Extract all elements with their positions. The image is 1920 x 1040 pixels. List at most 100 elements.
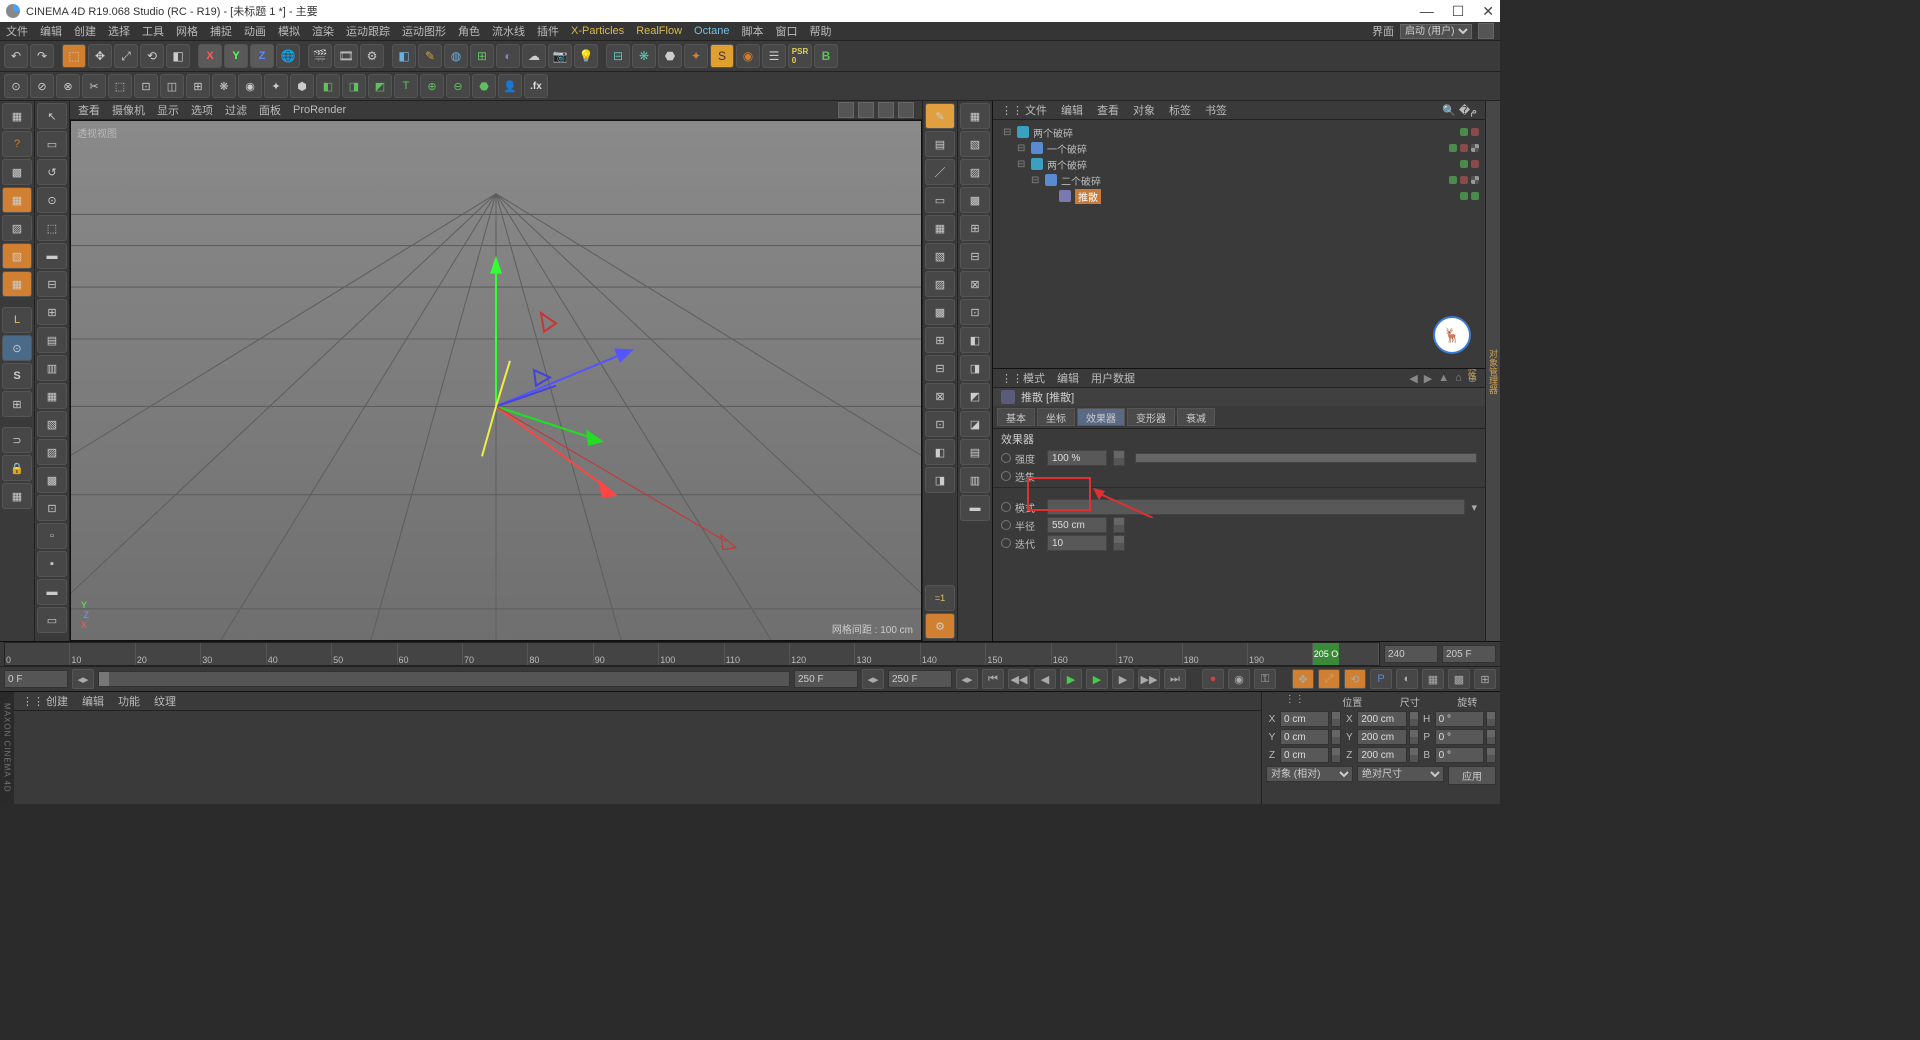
sel-l[interactable]: ▭ [37, 607, 67, 633]
sel-fill[interactable]: ▬ [37, 243, 67, 269]
vp-nav-4-icon[interactable] [898, 102, 914, 118]
visibility-dot[interactable] [1460, 128, 1468, 136]
param-mode-row[interactable]: 模式 ▾ [993, 498, 1485, 516]
sel-loop[interactable]: ↺ [37, 159, 67, 185]
layout-select[interactable]: 启动 (用户) [1400, 24, 1472, 39]
layout-lock-icon[interactable] [1478, 23, 1494, 39]
vp-options[interactable]: 选项 [191, 102, 213, 118]
rtb-10[interactable]: ◨ [960, 355, 990, 381]
next-key-button[interactable]: ▶▶ [1138, 669, 1160, 689]
menu-script[interactable]: 脚本 [742, 23, 764, 39]
mat-edit[interactable]: 编辑 [82, 693, 104, 709]
tool-19[interactable]: ⬣ [472, 74, 496, 98]
xp-button[interactable]: S [710, 44, 734, 68]
tool-15[interactable]: ◩ [368, 74, 392, 98]
sel-live[interactable]: ↖ [37, 103, 67, 129]
key-param-button[interactable]: P [1370, 669, 1392, 689]
om-view[interactable]: 查看 [1097, 102, 1119, 118]
coord-system-button[interactable]: 🌐 [276, 44, 300, 68]
rtb-7[interactable]: ⊠ [960, 271, 990, 297]
subtab-deformer[interactable]: 变形器 [1127, 408, 1175, 426]
mode-poly[interactable]: ▦ [2, 271, 32, 297]
key-misc2-button[interactable]: ▩ [1448, 669, 1470, 689]
mat-create[interactable]: 创建 [46, 693, 68, 709]
tool-7[interactable]: ◫ [160, 74, 184, 98]
sel-g[interactable]: ▩ [37, 467, 67, 493]
tool-14[interactable]: ◨ [342, 74, 366, 98]
keyopts-button[interactable]: ⚿ [1254, 669, 1276, 689]
menu-select[interactable]: 选择 [108, 23, 130, 39]
tool-1[interactable]: ⊙ [4, 74, 28, 98]
menu-xparticles[interactable]: X-Particles [571, 25, 624, 37]
menu-octane[interactable]: Octane [694, 25, 729, 37]
rt-12[interactable]: ◧ [925, 439, 955, 465]
param-strength-slider[interactable] [1135, 453, 1477, 463]
tool-6[interactable]: ⊡ [134, 74, 158, 98]
play-back-button[interactable]: ▶ [1060, 669, 1082, 689]
rotate-tool[interactable]: ⟲ [140, 44, 164, 68]
sel-d[interactable]: ▦ [37, 383, 67, 409]
menu-plugins[interactable]: 插件 [537, 23, 559, 39]
mode-object[interactable]: ▦ [2, 187, 32, 213]
tool-11[interactable]: ✦ [264, 74, 288, 98]
coord-size-value[interactable]: 200 cm [1357, 711, 1406, 727]
am-home-icon[interactable]: ⌂ [1455, 372, 1462, 385]
timeline-endcap[interactable]: 205 F [1442, 645, 1496, 663]
menu-anim[interactable]: 动画 [244, 23, 266, 39]
coord-rot-value[interactable]: 0 ° [1435, 747, 1484, 763]
select-tool[interactable]: ⬚ [62, 44, 86, 68]
am-edit[interactable]: 编辑 [1057, 370, 1079, 386]
simulate-button[interactable]: ✦ [684, 44, 708, 68]
rt-9[interactable]: ⊟ [925, 355, 955, 381]
rtb-15[interactable]: ▬ [960, 495, 990, 521]
cube-primitive-button[interactable]: ◧ [392, 44, 416, 68]
sel-path[interactable]: ⊟ [37, 271, 67, 297]
subtab-effector[interactable]: 效果器 [1077, 408, 1125, 426]
mat-tex[interactable]: 纹理 [154, 693, 176, 709]
rt-settings-icon[interactable]: ⚙ [925, 613, 955, 639]
tool-5[interactable]: ⬚ [108, 74, 132, 98]
mat-func[interactable]: 功能 [118, 693, 140, 709]
minimize-button[interactable]: — [1420, 3, 1434, 20]
next-frame-button[interactable]: ▶ [1112, 669, 1134, 689]
object-name[interactable]: 两个破碎 [1047, 157, 1087, 172]
tool-20[interactable]: 👤 [498, 74, 522, 98]
sel-f[interactable]: ▨ [37, 439, 67, 465]
menu-file[interactable]: 文件 [6, 23, 28, 39]
scale-tool[interactable]: ⤢ [114, 44, 138, 68]
subtab-basic[interactable]: 基本 [997, 408, 1035, 426]
sel-j[interactable]: ▪ [37, 551, 67, 577]
vp-filter[interactable]: 过滤 [225, 102, 247, 118]
menu-snap[interactable]: 捕捉 [210, 23, 232, 39]
record-button[interactable]: ● [1202, 669, 1224, 689]
visibility-dot[interactable] [1471, 192, 1479, 200]
tool-10[interactable]: ◉ [238, 74, 262, 98]
menu-tools[interactable]: 工具 [142, 23, 164, 39]
vp-display[interactable]: 显示 [157, 102, 179, 118]
rtb-3[interactable]: ▨ [960, 159, 990, 185]
coord-pos-value[interactable]: 0 cm [1280, 711, 1329, 727]
rtb-9[interactable]: ◧ [960, 327, 990, 353]
visibility-dot[interactable] [1449, 144, 1457, 152]
key-pos-button[interactable]: ✥ [1292, 669, 1314, 689]
object-row[interactable]: ⊟二个破碎 [999, 172, 1479, 188]
sel-e[interactable]: ▧ [37, 411, 67, 437]
tool-18[interactable]: ⊖ [446, 74, 470, 98]
am-fwd-icon[interactable]: ▶ [1424, 372, 1432, 385]
light-button[interactable]: 💡 [574, 44, 598, 68]
sel-rect[interactable]: ▭ [37, 131, 67, 157]
visibility-dot[interactable] [1449, 176, 1457, 184]
side-tab-strip[interactable]: 对象管理器 属性 [1485, 101, 1500, 641]
key-rot-button[interactable]: ⟲ [1344, 669, 1366, 689]
menu-pipeline[interactable]: 流水线 [492, 23, 525, 39]
am-mode[interactable]: 模式 [1023, 370, 1045, 386]
rtb-8[interactable]: ⊡ [960, 299, 990, 325]
am-back-icon[interactable]: ◀ [1409, 372, 1417, 385]
coord-pos-value[interactable]: 0 cm [1280, 729, 1329, 745]
object-name[interactable]: 一个破碎 [1047, 141, 1087, 156]
psr-button[interactable]: PSR0 [788, 44, 812, 68]
undo-button[interactable]: ↶ [4, 44, 28, 68]
rt-4[interactable]: ▦ [925, 215, 955, 241]
rtb-14[interactable]: ▥ [960, 467, 990, 493]
tool-9[interactable]: ❋ [212, 74, 236, 98]
